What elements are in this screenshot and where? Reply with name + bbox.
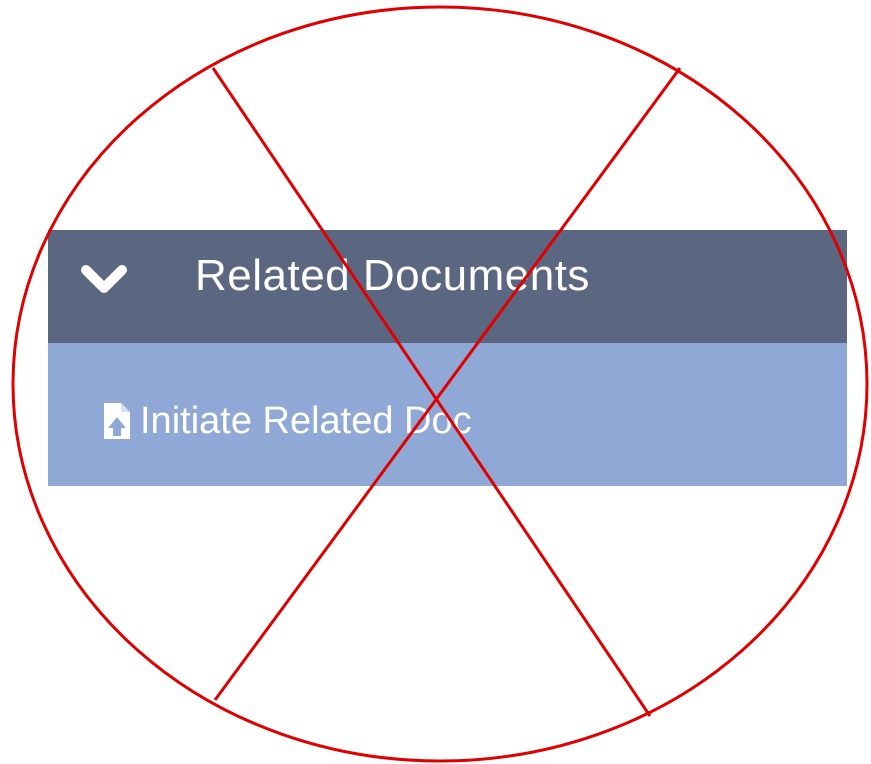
panel-body: Initiate Related Doc — [48, 343, 847, 486]
panel-title: Related Documents — [195, 251, 590, 300]
initiate-related-doc-link[interactable]: Initiate Related Doc — [102, 399, 472, 443]
chevron-down-icon[interactable] — [80, 256, 128, 304]
upload-document-icon — [102, 401, 132, 441]
screenshot-stage: Related Documents Initiate Related Doc — [0, 0, 871, 764]
panel-header-toggle[interactable]: Related Documents — [48, 230, 847, 343]
action-label: Initiate Related Doc — [140, 400, 472, 442]
related-documents-panel: Related Documents Initiate Related Doc — [48, 230, 847, 486]
